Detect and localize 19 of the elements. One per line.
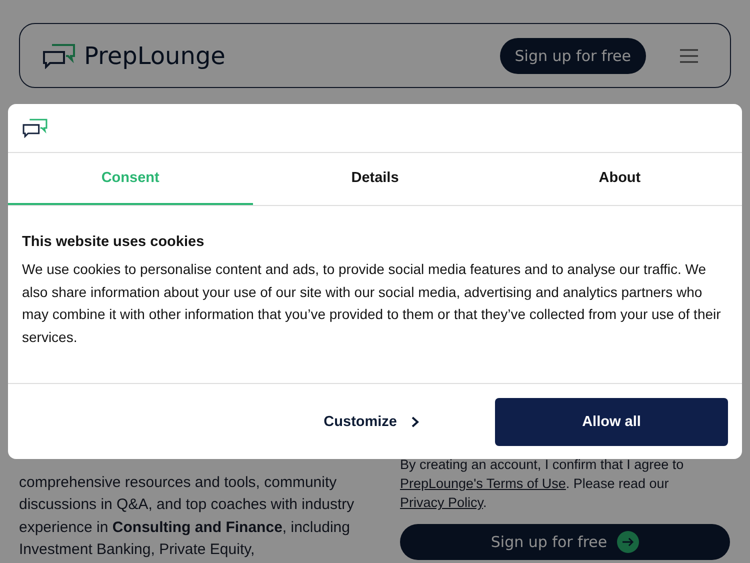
terms-link[interactable]: PrepLounge's Terms of Use xyxy=(400,476,566,491)
logo-icon xyxy=(22,118,48,138)
signup-button[interactable]: Sign up for free xyxy=(400,524,730,560)
period-text: . xyxy=(483,495,487,510)
allow-all-button[interactable]: Allow all xyxy=(495,398,728,446)
customize-button[interactable]: Customize xyxy=(318,413,425,431)
dialog-text: We use cookies to personalise content and ads, to provide social media features and to analyse our traffic. We also share information about your use of our site with our social media, advertising and analytics partners who may combine it with other information that you’ve provided to them or that they’ve collected from your use of their services. xyxy=(22,260,722,348)
dialog-title: This website uses cookies xyxy=(22,234,206,250)
menu-icon[interactable] xyxy=(680,48,698,62)
brand-name: PrepLounge xyxy=(84,42,226,70)
chevron-icon xyxy=(411,416,419,428)
consent-text: . Please read our xyxy=(566,476,669,491)
privacy-link[interactable]: Privacy Policy xyxy=(400,495,484,510)
logo-icon xyxy=(42,42,76,68)
dialog-tab[interactable]: About xyxy=(497,153,742,205)
consent-text: By creating an account, I confirm that I agree to xyxy=(400,457,684,472)
signup-button[interactable]: Sign up for free xyxy=(500,38,646,74)
dialog-tab[interactable]: Details xyxy=(252,153,498,205)
intro-paragraph: comprehensive resources and tools, community discussions in Q&A, and top coaches with industry experience in Consulting and Finance, including Investment Banking, Private Equity, xyxy=(19,472,356,560)
